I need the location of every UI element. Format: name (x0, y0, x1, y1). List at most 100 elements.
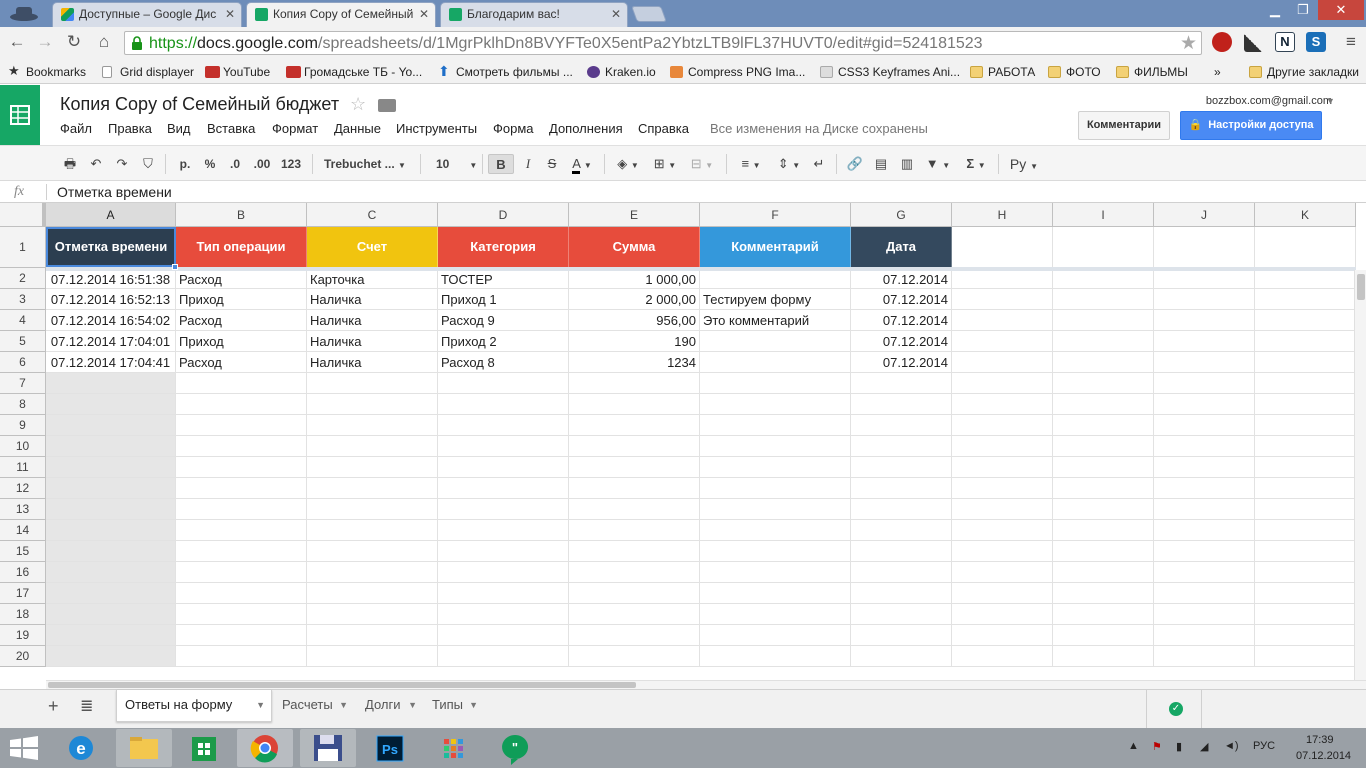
bookmark-folder[interactable]: ФИЛЬМЫ (1116, 63, 1188, 81)
functions-icon[interactable]: Σ ▼ (960, 154, 992, 174)
menu-format[interactable]: Формат (272, 121, 318, 136)
grid-cell[interactable]: Расход 9 (438, 310, 569, 331)
scrollbar-thumb[interactable] (48, 682, 636, 688)
grid-cell[interactable] (307, 373, 438, 394)
grid-cell[interactable]: 07.12.2014 (851, 289, 952, 310)
grid-cell[interactable] (176, 520, 307, 541)
menu-data[interactable]: Данные (334, 121, 381, 136)
insert-chart-icon[interactable]: ▥ (896, 154, 918, 174)
network-icon[interactable]: ◢ (1200, 740, 1208, 753)
grid-cell[interactable] (952, 436, 1053, 457)
grid-cell[interactable] (176, 583, 307, 604)
grid-cell[interactable] (1053, 583, 1154, 604)
percent-format-button[interactable]: % (200, 154, 220, 174)
grid-cell[interactable] (438, 646, 569, 667)
column-header[interactable]: K (1255, 203, 1356, 227)
grid-cell[interactable]: 07.12.2014 (851, 271, 952, 289)
input-tools-dropdown[interactable]: Ру ▼ (1004, 154, 1044, 174)
grid-cell[interactable] (952, 562, 1053, 583)
grid-cell[interactable] (1053, 352, 1154, 373)
grid-cell[interactable] (700, 562, 851, 583)
column-header[interactable]: H (952, 203, 1053, 227)
grid-cell[interactable] (952, 227, 1053, 268)
account-email[interactable]: bozzbox.com@gmail.com (1206, 95, 1332, 107)
grid-cell[interactable] (307, 562, 438, 583)
currency-format-button[interactable]: р. (174, 154, 196, 174)
column-header[interactable]: D (438, 203, 569, 227)
grid-cell[interactable]: 07.12.2014 (851, 331, 952, 352)
grid-cell[interactable]: 1 000,00 (569, 271, 700, 289)
grid-cell[interactable] (569, 604, 700, 625)
grid-cell[interactable] (438, 457, 569, 478)
grid-cell[interactable] (46, 541, 176, 562)
grid-cell[interactable] (952, 625, 1053, 646)
grid-cell[interactable] (307, 415, 438, 436)
grid-cell[interactable] (569, 415, 700, 436)
tray-expand-icon[interactable]: ▲ (1128, 740, 1139, 752)
clock-date[interactable]: 07.12.2014 (1296, 750, 1351, 762)
column-header[interactable]: F (700, 203, 851, 227)
row-header[interactable]: 11 (0, 457, 46, 478)
bookmark-item[interactable]: ⬆ Смотреть фильмы ... (438, 63, 573, 81)
grid-cell[interactable] (952, 520, 1053, 541)
font-size-dropdown[interactable]: 10 ▼ (428, 154, 478, 174)
grid-cell[interactable] (952, 310, 1053, 331)
sheet-tab[interactable]: Типы ▼ (424, 690, 484, 722)
row-header[interactable]: 13 (0, 499, 46, 520)
grid-cell[interactable]: Приход (176, 331, 307, 352)
reload-button[interactable]: ↻ (63, 31, 85, 53)
menu-insert[interactable]: Вставка (207, 121, 255, 136)
grid-cell[interactable] (307, 604, 438, 625)
strikethrough-button[interactable]: S (542, 154, 562, 174)
column-header[interactable]: J (1154, 203, 1255, 227)
grid-cell[interactable] (1154, 478, 1255, 499)
grid-cell[interactable] (176, 394, 307, 415)
grid-cell[interactable] (307, 436, 438, 457)
grid-cell[interactable]: 07.12.2014 (851, 310, 952, 331)
clock-time[interactable]: 17:39 (1306, 734, 1334, 746)
grid-cell[interactable] (1154, 604, 1255, 625)
n-extension-icon[interactable]: N (1275, 32, 1295, 52)
grid-cell[interactable] (700, 625, 851, 646)
grid-cell[interactable] (1255, 646, 1356, 667)
grid-cell[interactable] (1255, 625, 1356, 646)
italic-button[interactable]: I (518, 154, 538, 174)
grid-cell[interactable] (1053, 373, 1154, 394)
grid-cell[interactable] (700, 541, 851, 562)
grid-cell[interactable] (1154, 271, 1255, 289)
grid-cell[interactable] (569, 520, 700, 541)
grid-cell[interactable] (307, 541, 438, 562)
windows-start-icon[interactable] (10, 736, 38, 760)
grid-cell[interactable] (46, 499, 176, 520)
grid-cell[interactable] (1154, 499, 1255, 520)
grid-cell[interactable]: Расход (176, 310, 307, 331)
grid-cell[interactable] (952, 394, 1053, 415)
grid-cell[interactable] (851, 373, 952, 394)
grid-cell[interactable] (1255, 478, 1356, 499)
chrome-menu-icon[interactable]: ≡ (1340, 31, 1362, 53)
grid-cell[interactable] (1255, 310, 1356, 331)
grid-cell[interactable]: Наличка (307, 331, 438, 352)
grid-cell[interactable] (1053, 604, 1154, 625)
bookmark-star-icon[interactable]: ★ (1180, 32, 1197, 55)
photoshop-icon[interactable]: Ps (362, 729, 418, 767)
sheet-tab[interactable]: Расчеты ▼ (274, 690, 354, 722)
grid-cell[interactable] (851, 436, 952, 457)
grid-cell[interactable] (851, 520, 952, 541)
grid-cell[interactable] (569, 499, 700, 520)
minimize-button[interactable]: ▁ (1262, 0, 1288, 20)
grid-cell[interactable] (176, 604, 307, 625)
grid-cell[interactable] (851, 541, 952, 562)
grid-cell[interactable] (569, 436, 700, 457)
grid-cell[interactable] (1154, 436, 1255, 457)
grid-cell[interactable] (700, 331, 851, 352)
header-cell[interactable]: Категория (438, 227, 569, 267)
grid-cell[interactable] (700, 499, 851, 520)
column-header[interactable]: I (1053, 203, 1154, 227)
tab-google-drive[interactable]: Доступные – Google Дис ✕ (52, 2, 242, 27)
bookmark-item[interactable]: Громадське ТБ - Yo... (286, 63, 422, 81)
header-cell[interactable]: Сумма (569, 227, 700, 267)
grid-cell[interactable] (1154, 457, 1255, 478)
grid-cell[interactable] (1154, 352, 1255, 373)
bookmark-item[interactable]: ★ Bookmarks (8, 63, 86, 81)
